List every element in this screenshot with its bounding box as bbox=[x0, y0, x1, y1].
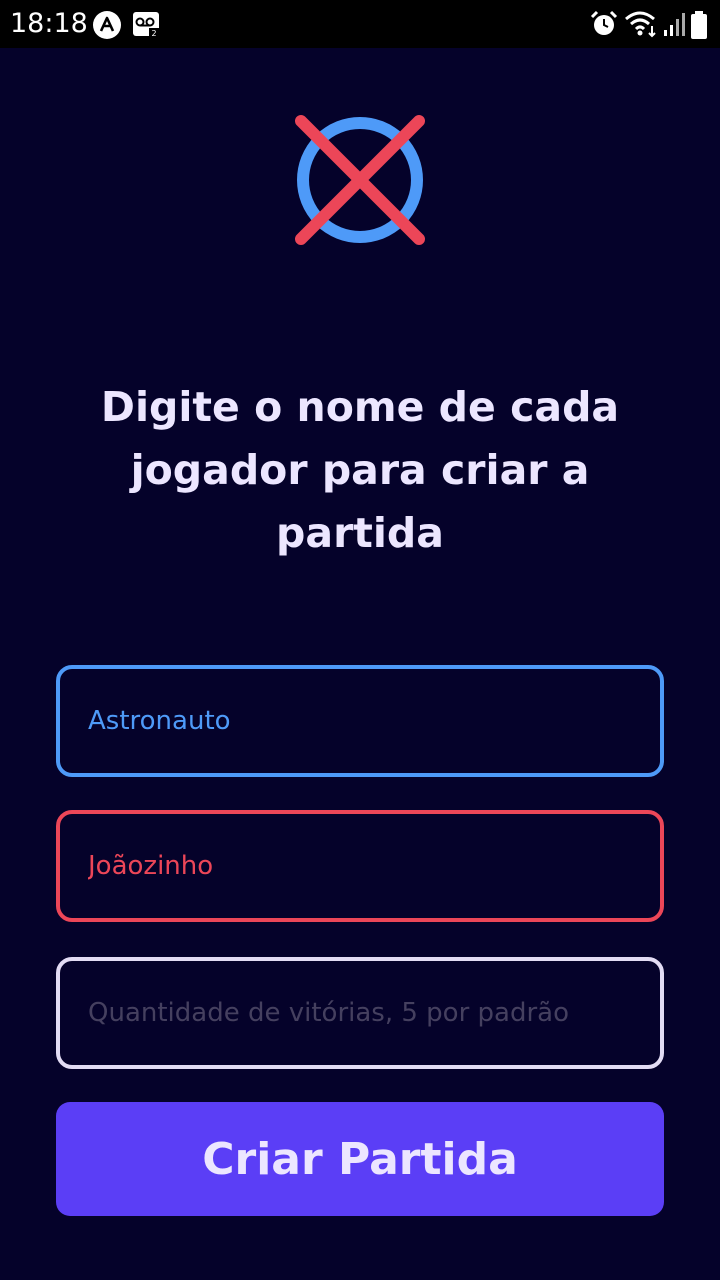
signal-icon bbox=[664, 13, 685, 36]
wins-quantity-input[interactable] bbox=[56, 957, 664, 1069]
page-title: Digite o nome de cada jogador para criar… bbox=[100, 383, 620, 557]
wifi-icon bbox=[625, 11, 656, 38]
alarm-icon bbox=[590, 10, 618, 35]
cross-x-icon bbox=[295, 115, 425, 245]
battery-icon bbox=[691, 11, 707, 39]
create-match-screen: Digite o nome de cada jogador para criar… bbox=[0, 48, 720, 1280]
player1-name-input[interactable] bbox=[56, 665, 664, 777]
svg-text:2: 2 bbox=[152, 29, 157, 38]
voicemail-icon: 2 bbox=[133, 12, 160, 38]
autopilot-a-icon bbox=[93, 11, 121, 39]
tic-tac-toe-logo bbox=[295, 115, 425, 245]
player2-name-input[interactable] bbox=[56, 810, 664, 922]
status-time: 18:18 bbox=[10, 8, 88, 39]
create-match-button[interactable]: Criar Partida bbox=[56, 1102, 664, 1216]
status-bar: 18:18 2 bbox=[0, 0, 720, 48]
